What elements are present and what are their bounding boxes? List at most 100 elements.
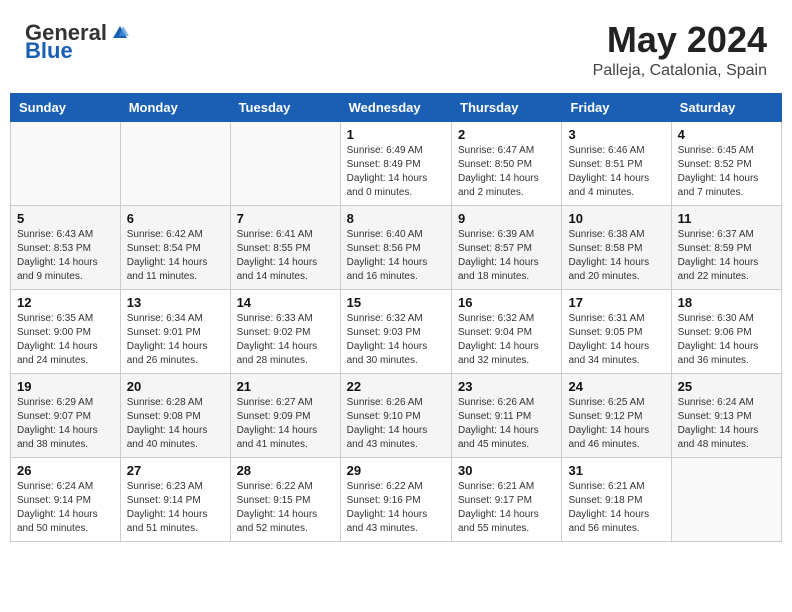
day-info: Sunrise: 6:32 AM Sunset: 9:04 PM Dayligh… xyxy=(458,312,555,368)
calendar-cell: 28 Sunrise: 6:22 AM Sunset: 9:15 PM Dayli… xyxy=(230,457,340,541)
day-number: 21 xyxy=(237,379,334,394)
calendar-cell: 15Sunrise: 6:32 AM Sunset: 9:03 PM Dayli… xyxy=(340,289,451,373)
day-number: 26 xyxy=(17,463,114,478)
day-number: 12 xyxy=(17,295,114,310)
day-info: Sunrise: 6:33 AM Sunset: 9:02 PM Dayligh… xyxy=(237,312,334,368)
day-number: 31 xyxy=(568,463,664,478)
day-info: Sunrise: 6:22 AM Sunset: 9:15 PM Dayligh… xyxy=(237,480,334,536)
calendar-cell: 6 Sunrise: 6:42 AM Sunset: 8:54 PM Daylig… xyxy=(120,205,230,289)
day-info: Sunrise: 6:43 AM Sunset: 8:53 PM Dayligh… xyxy=(17,228,114,284)
calendar-day-header: Saturday xyxy=(671,93,781,121)
logo-icon xyxy=(111,24,129,42)
day-info: Sunrise: 6:27 AM Sunset: 9:09 PM Dayligh… xyxy=(237,396,334,452)
calendar-day-header: Monday xyxy=(120,93,230,121)
day-number: 16 xyxy=(458,295,555,310)
day-number: 4 xyxy=(678,127,775,142)
day-info: Sunrise: 6:35 AM Sunset: 9:00 PM Dayligh… xyxy=(17,312,114,368)
day-info: Sunrise: 6:45 AM Sunset: 8:52 PM Dayligh… xyxy=(678,144,775,200)
logo: General Blue xyxy=(25,20,129,64)
day-info: Sunrise: 6:39 AM Sunset: 8:57 PM Dayligh… xyxy=(458,228,555,284)
calendar-cell: 18 Sunrise: 6:30 AM Sunset: 9:06 PM Dayli… xyxy=(671,289,781,373)
calendar-cell: 24 Sunrise: 6:25 AM Sunset: 9:12 PM Dayli… xyxy=(562,373,671,457)
day-number: 25 xyxy=(678,379,775,394)
day-number: 9 xyxy=(458,211,555,226)
location: Palleja, Catalonia, Spain xyxy=(593,62,767,80)
day-number: 14 xyxy=(237,295,334,310)
calendar-week-row: 26Sunrise: 6:24 AM Sunset: 9:14 PM Dayli… xyxy=(11,457,782,541)
day-info: Sunrise: 6:29 AM Sunset: 9:07 PM Dayligh… xyxy=(17,396,114,452)
calendar-cell: 9 Sunrise: 6:39 AM Sunset: 8:57 PM Daylig… xyxy=(452,205,562,289)
month-title: May 2024 xyxy=(593,20,767,60)
day-info: Sunrise: 6:31 AM Sunset: 9:05 PM Dayligh… xyxy=(568,312,664,368)
day-info: Sunrise: 6:22 AM Sunset: 9:16 PM Dayligh… xyxy=(347,480,445,536)
day-info: Sunrise: 6:26 AM Sunset: 9:11 PM Dayligh… xyxy=(458,396,555,452)
day-info: Sunrise: 6:47 AM Sunset: 8:50 PM Dayligh… xyxy=(458,144,555,200)
calendar-cell: 5 Sunrise: 6:43 AM Sunset: 8:53 PM Daylig… xyxy=(11,205,121,289)
calendar-day-header: Tuesday xyxy=(230,93,340,121)
day-info: Sunrise: 6:40 AM Sunset: 8:56 PM Dayligh… xyxy=(347,228,445,284)
calendar-day-header: Friday xyxy=(562,93,671,121)
calendar-cell: 14 Sunrise: 6:33 AM Sunset: 9:02 PM Dayli… xyxy=(230,289,340,373)
calendar-cell: 17 Sunrise: 6:31 AM Sunset: 9:05 PM Dayli… xyxy=(562,289,671,373)
calendar-header-row: SundayMondayTuesdayWednesdayThursdayFrid… xyxy=(11,93,782,121)
day-info: Sunrise: 6:41 AM Sunset: 8:55 PM Dayligh… xyxy=(237,228,334,284)
calendar-day-header: Sunday xyxy=(11,93,121,121)
calendar-cell: 2 Sunrise: 6:47 AM Sunset: 8:50 PM Daylig… xyxy=(452,121,562,205)
day-number: 8 xyxy=(347,211,445,226)
day-number: 17 xyxy=(568,295,664,310)
calendar-week-row: 1Sunrise: 6:49 AM Sunset: 8:49 PM Daylig… xyxy=(11,121,782,205)
calendar-cell: 30 Sunrise: 6:21 AM Sunset: 9:17 PM Dayli… xyxy=(452,457,562,541)
day-info: Sunrise: 6:37 AM Sunset: 8:59 PM Dayligh… xyxy=(678,228,775,284)
day-info: Sunrise: 6:32 AM Sunset: 9:03 PM Dayligh… xyxy=(347,312,445,368)
day-info: Sunrise: 6:23 AM Sunset: 9:14 PM Dayligh… xyxy=(127,480,224,536)
calendar-cell: 20Sunrise: 6:28 AM Sunset: 9:08 PM Dayli… xyxy=(120,373,230,457)
page-header: General Blue May 2024 Palleja, Catalonia… xyxy=(10,10,782,85)
day-number: 2 xyxy=(458,127,555,142)
calendar-cell: 4 Sunrise: 6:45 AM Sunset: 8:52 PM Daylig… xyxy=(671,121,781,205)
calendar-cell: 23Sunrise: 6:26 AM Sunset: 9:11 PM Dayli… xyxy=(452,373,562,457)
calendar-cell: 3Sunrise: 6:46 AM Sunset: 8:51 PM Daylig… xyxy=(562,121,671,205)
calendar-cell: 12 Sunrise: 6:35 AM Sunset: 9:00 PM Dayli… xyxy=(11,289,121,373)
day-number: 7 xyxy=(237,211,334,226)
day-number: 28 xyxy=(237,463,334,478)
calendar-cell: 27 Sunrise: 6:23 AM Sunset: 9:14 PM Dayli… xyxy=(120,457,230,541)
calendar-day-header: Thursday xyxy=(452,93,562,121)
calendar-cell: 25 Sunrise: 6:24 AM Sunset: 9:13 PM Dayli… xyxy=(671,373,781,457)
title-block: May 2024 Palleja, Catalonia, Spain xyxy=(593,20,767,80)
day-info: Sunrise: 6:30 AM Sunset: 9:06 PM Dayligh… xyxy=(678,312,775,368)
calendar-cell: 16 Sunrise: 6:32 AM Sunset: 9:04 PM Dayli… xyxy=(452,289,562,373)
calendar-day-header: Wednesday xyxy=(340,93,451,121)
day-info: Sunrise: 6:24 AM Sunset: 9:13 PM Dayligh… xyxy=(678,396,775,452)
day-number: 18 xyxy=(678,295,775,310)
day-number: 6 xyxy=(127,211,224,226)
calendar-cell: 11 Sunrise: 6:37 AM Sunset: 8:59 PM Dayli… xyxy=(671,205,781,289)
calendar-cell xyxy=(120,121,230,205)
calendar-table: SundayMondayTuesdayWednesdayThursdayFrid… xyxy=(10,93,782,542)
day-number: 27 xyxy=(127,463,224,478)
day-info: Sunrise: 6:21 AM Sunset: 9:17 PM Dayligh… xyxy=(458,480,555,536)
calendar-cell: 29Sunrise: 6:22 AM Sunset: 9:16 PM Dayli… xyxy=(340,457,451,541)
calendar-cell xyxy=(11,121,121,205)
calendar-cell: 10Sunrise: 6:38 AM Sunset: 8:58 PM Dayli… xyxy=(562,205,671,289)
day-info: Sunrise: 6:42 AM Sunset: 8:54 PM Dayligh… xyxy=(127,228,224,284)
calendar-cell xyxy=(230,121,340,205)
day-info: Sunrise: 6:28 AM Sunset: 9:08 PM Dayligh… xyxy=(127,396,224,452)
day-number: 11 xyxy=(678,211,775,226)
day-number: 5 xyxy=(17,211,114,226)
day-info: Sunrise: 6:26 AM Sunset: 9:10 PM Dayligh… xyxy=(347,396,445,452)
calendar-week-row: 5 Sunrise: 6:43 AM Sunset: 8:53 PM Daylig… xyxy=(11,205,782,289)
day-number: 19 xyxy=(17,379,114,394)
calendar-cell: 31Sunrise: 6:21 AM Sunset: 9:18 PM Dayli… xyxy=(562,457,671,541)
day-number: 30 xyxy=(458,463,555,478)
calendar-cell: 21 Sunrise: 6:27 AM Sunset: 9:09 PM Dayli… xyxy=(230,373,340,457)
calendar-week-row: 12 Sunrise: 6:35 AM Sunset: 9:00 PM Dayli… xyxy=(11,289,782,373)
calendar-cell xyxy=(671,457,781,541)
day-number: 22 xyxy=(347,379,445,394)
day-number: 10 xyxy=(568,211,664,226)
day-number: 13 xyxy=(127,295,224,310)
calendar-cell: 22 Sunrise: 6:26 AM Sunset: 9:10 PM Dayli… xyxy=(340,373,451,457)
day-info: Sunrise: 6:25 AM Sunset: 9:12 PM Dayligh… xyxy=(568,396,664,452)
day-info: Sunrise: 6:49 AM Sunset: 8:49 PM Dayligh… xyxy=(347,144,445,200)
day-number: 24 xyxy=(568,379,664,394)
logo-blue-text: Blue xyxy=(25,38,73,64)
